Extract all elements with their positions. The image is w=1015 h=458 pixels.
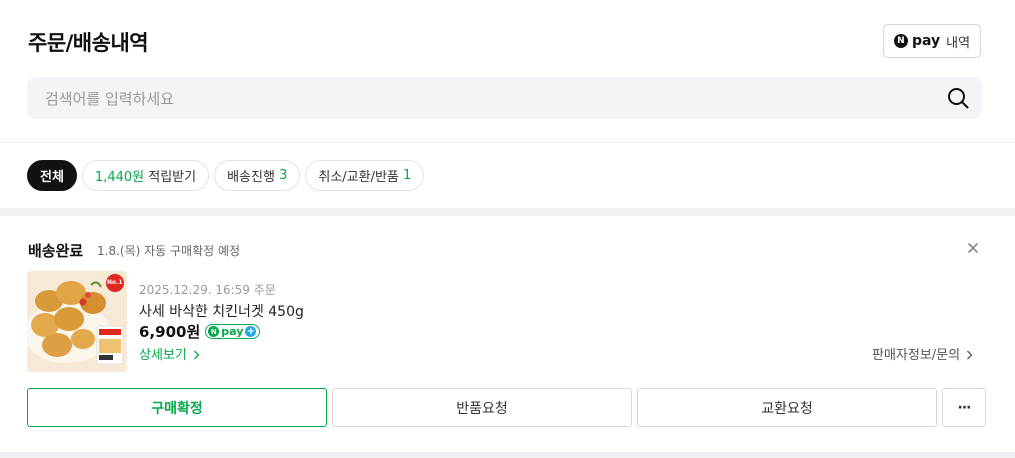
return-request-button[interactable]: 반품요청: [332, 388, 632, 427]
filter-cancel-count: 1: [403, 168, 412, 183]
filter-shipping-label: 배송진행: [227, 170, 275, 185]
npay-history-button[interactable]: N pay 내역: [883, 24, 981, 58]
filter-cancel-return[interactable]: 취소/교환/반품 1: [305, 160, 425, 191]
npay-plus-badge: N pay +: [205, 324, 261, 339]
page-header: 주문/배송내역 N pay 내역: [0, 0, 1015, 143]
search-box: [27, 77, 982, 121]
detail-link-label: 상세보기: [139, 348, 187, 363]
close-icon[interactable]: [965, 240, 981, 256]
filter-reward-label: 적립받기: [148, 170, 197, 185]
thumbnail-badge-text: No.1: [107, 279, 123, 286]
detail-link[interactable]: 상세보기: [139, 344, 200, 363]
filter-chips: 전체 1,440원 적립받기 배송진행 3 취소/교환/반품 1: [27, 160, 425, 191]
section-divider: [0, 208, 1015, 216]
search-input[interactable]: [43, 77, 927, 121]
filter-cancel-label: 취소/교환/반품: [318, 170, 399, 185]
seller-info-link[interactable]: 판매자정보/문의: [872, 344, 973, 363]
more-options-button[interactable]: ···: [942, 388, 986, 427]
price-row: 6,900원 N pay +: [139, 321, 261, 342]
chicken-nugget-image: [27, 271, 127, 372]
exchange-request-button[interactable]: 교환요청: [637, 388, 937, 427]
plus-icon: +: [245, 325, 257, 337]
order-date: 2025.12.29. 16:59 주문: [139, 283, 276, 297]
npay-logo-icon: N: [893, 34, 908, 48]
filter-reward[interactable]: 1,440원 적립받기: [81, 160, 210, 191]
search-icon[interactable]: [947, 87, 969, 109]
order-status: 배송완료: [28, 242, 84, 260]
npay-brand-label: pay: [911, 33, 941, 49]
section-divider-bottom: [0, 452, 1015, 458]
npay-history-label: 내역: [946, 35, 971, 51]
npay-badge-logo-icon: N: [208, 326, 220, 337]
product-name[interactable]: 사세 바삭한 치킨너겟 450g: [139, 301, 304, 321]
order-actions: 구매확정 반품요청 교환요청 ···: [27, 388, 986, 427]
seller-info-label: 판매자정보/문의: [872, 348, 961, 363]
order-sub-status: 1.8.(목) 자동 구매확정 예정: [97, 244, 241, 258]
chevron-right-icon: [194, 350, 200, 360]
confirm-purchase-button[interactable]: 구매확정: [27, 388, 327, 427]
product-price: 6,900원: [139, 323, 201, 341]
filter-all-label: 전체: [40, 170, 64, 185]
chevron-right-icon: [967, 350, 973, 360]
filter-shipping-count: 3: [279, 168, 288, 183]
product-thumbnail[interactable]: No.1: [27, 271, 127, 372]
more-icon: ···: [957, 399, 972, 416]
page-title: 주문/배송내역: [28, 31, 149, 55]
filter-shipping[interactable]: 배송진행 3: [214, 160, 301, 191]
filter-reward-amount: 1,440원: [94, 170, 145, 185]
filter-all[interactable]: 전체: [27, 160, 77, 191]
npay-badge-label: pay: [221, 325, 244, 338]
